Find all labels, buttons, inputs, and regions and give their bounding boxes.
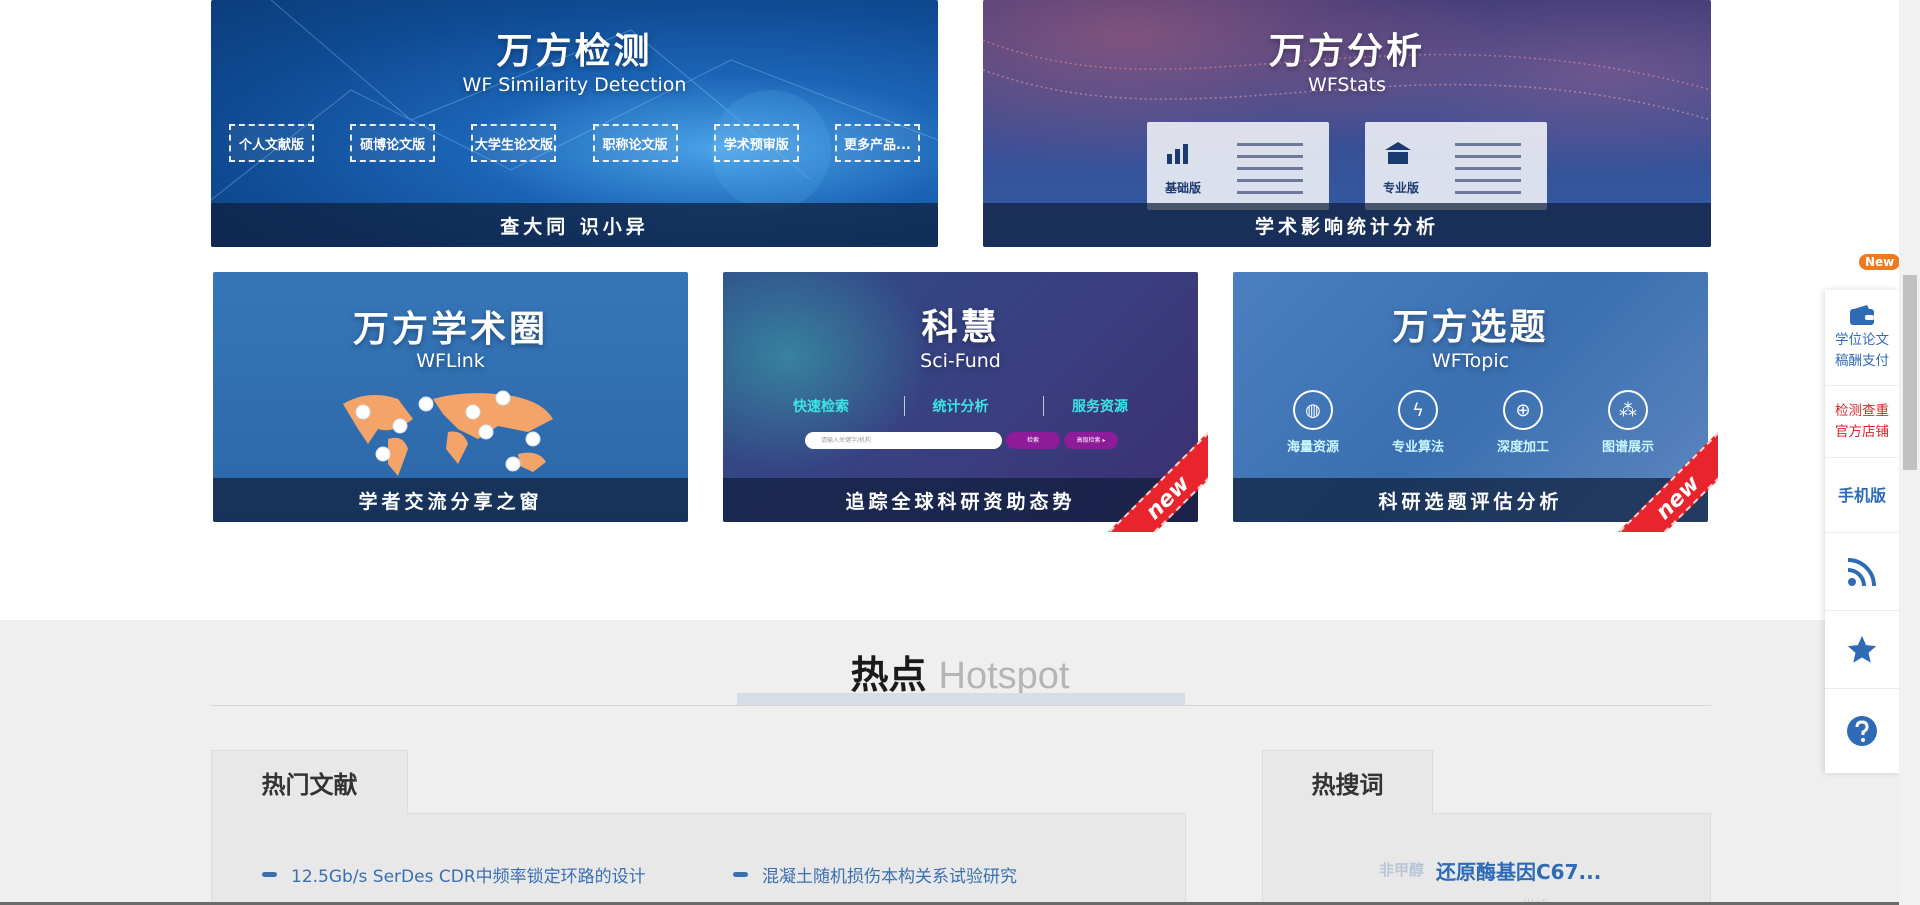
rss-icon bbox=[1847, 557, 1876, 586]
card-caption: 学术影响统计分析 bbox=[983, 203, 1711, 247]
topic-item-algorithm: ϟ 专业算法 bbox=[1378, 390, 1458, 455]
sidebar-item-mobile[interactable]: 手机版 bbox=[1825, 458, 1899, 533]
floating-sidebar: 学位论文稿酬支付 检测查重官方店铺 手机版 bbox=[1825, 290, 1899, 773]
sidebar-item-help[interactable] bbox=[1825, 689, 1899, 773]
world-map-image bbox=[343, 390, 553, 476]
card-title: 万方检测 bbox=[496, 31, 653, 72]
fund-search-input[interactable]: 请输入关键字/机构 bbox=[805, 432, 1002, 449]
divider bbox=[211, 705, 1711, 706]
topic-item-resources: ◍ 海量资源 bbox=[1273, 390, 1353, 455]
sidebar-item-official-shop[interactable]: 检测查重官方店铺 bbox=[1825, 386, 1899, 458]
new-ribbon-label: new bbox=[1108, 432, 1208, 532]
section-title: 热点 Hotspot bbox=[0, 644, 1920, 699]
card-title: 万方学术圈 bbox=[352, 309, 548, 350]
version-label: 专业版 bbox=[1383, 181, 1420, 195]
card-subtitle: WFStats bbox=[1308, 74, 1386, 96]
card-title: 科慧 bbox=[921, 307, 1000, 348]
hot-doc-link[interactable]: 混凝土随机损伤本构关系试验研究 bbox=[733, 862, 1017, 887]
card-wfstats[interactable]: 万方分析 WFStats 基础版 专业版 学术影响统计分析 bbox=[983, 0, 1711, 247]
hot-docs-panel bbox=[211, 813, 1186, 905]
fund-search-button[interactable]: 检索 bbox=[1006, 432, 1060, 449]
sidebar-item-label: 检测查重官方店铺 bbox=[1835, 402, 1889, 440]
card-subtitle: WF Similarity Detection bbox=[462, 74, 687, 96]
card-wf-similarity-detection[interactable]: 万方检测 WF Similarity Detection 个人文献版 硕博论文版… bbox=[211, 0, 938, 247]
stats-version-basic[interactable]: 基础版 bbox=[1147, 122, 1329, 210]
sidebar-item-label: 学位论文稿酬支付 bbox=[1835, 331, 1889, 369]
institution-icon bbox=[1385, 142, 1411, 164]
detect-button-undergrad[interactable]: 大学生论文版 bbox=[471, 124, 557, 162]
hot-doc-link[interactable]: 12.5Gb/s SerDes CDR中频率锁定环路的设计 bbox=[262, 862, 646, 887]
sidebar-item-label: 手机版 bbox=[1837, 485, 1886, 505]
hot-doc-title: 混凝土随机损伤本构关系试验研究 bbox=[762, 867, 1017, 887]
topic-item-label: 海量资源 bbox=[1286, 440, 1339, 455]
lightning-icon: ϟ bbox=[1398, 390, 1438, 430]
detect-button-more[interactable]: 更多产品... bbox=[834, 124, 920, 162]
card-title: 万方选题 bbox=[1392, 307, 1549, 348]
card-title: 万方分析 bbox=[1268, 31, 1425, 72]
title-underline bbox=[737, 693, 1185, 705]
tab-hot-docs[interactable]: 热门文献 bbox=[211, 750, 408, 814]
detect-button-title[interactable]: 职称论文版 bbox=[592, 124, 678, 162]
feature-list bbox=[1237, 134, 1319, 203]
planet-icon: ◍ bbox=[1293, 390, 1333, 430]
topic-item-label: 专业算法 bbox=[1391, 440, 1444, 455]
sidebar-item-thesis-pay[interactable]: 学位论文稿酬支付 bbox=[1825, 290, 1899, 386]
card-caption: 查大同 识小异 bbox=[211, 203, 938, 247]
bullet-icon bbox=[262, 872, 277, 877]
sidebar-item-rss[interactable] bbox=[1825, 533, 1899, 611]
new-ribbon-label: new bbox=[1618, 432, 1718, 532]
card-wflink[interactable]: 万方学术圈 WFLink 学者交流分享之窗 bbox=[213, 272, 688, 522]
new-ribbon: new bbox=[1108, 432, 1208, 532]
feature-list bbox=[1455, 134, 1537, 203]
fund-links: 快速检索 统计分析 服务资源 bbox=[793, 396, 1128, 416]
scrollbar-thumb[interactable] bbox=[1903, 275, 1917, 470]
card-subtitle: Sci-Fund bbox=[920, 350, 1001, 372]
hot-doc-title: 12.5Gb/s SerDes CDR中频率锁定环路的设计 bbox=[291, 867, 646, 887]
new-ribbon: new bbox=[1618, 432, 1718, 532]
star-icon bbox=[1847, 635, 1877, 663]
new-badge: New bbox=[1859, 254, 1901, 270]
card-subtitle: WFTopic bbox=[1431, 350, 1510, 372]
hotspot-section: 热点 Hotspot 热门文献 热搜词 12.5Gb/s SerDes CDR中频… bbox=[0, 620, 1920, 905]
help-icon bbox=[1847, 716, 1877, 746]
fund-link-statistics[interactable]: 统计分析 bbox=[903, 396, 989, 416]
detect-button-thesis[interactable]: 硕博论文版 bbox=[350, 124, 436, 162]
fund-link-resources[interactable]: 服务资源 bbox=[1043, 396, 1128, 416]
detect-button-preview[interactable]: 学术预审版 bbox=[713, 124, 799, 162]
topic-feature-list: ◍ 海量资源 ϟ 专业算法 ⊕ 深度加工 ⁂ 图谱展示 bbox=[1273, 390, 1668, 455]
section-title-cn: 热点 bbox=[850, 653, 927, 697]
bullet-icon bbox=[733, 872, 748, 877]
section-title-en: Hotspot bbox=[938, 655, 1070, 697]
sphere-icon: ⊕ bbox=[1503, 390, 1543, 430]
bar-chart-icon bbox=[1167, 144, 1188, 164]
sidebar-item-favorite[interactable] bbox=[1825, 611, 1899, 689]
card-subtitle: WFLink bbox=[416, 350, 485, 372]
fund-link-quick-search[interactable]: 快速检索 bbox=[793, 396, 849, 416]
hot-word-faded[interactable]: 非甲醇 bbox=[1379, 859, 1424, 880]
wallet-icon bbox=[1850, 304, 1874, 325]
network-icon: ⁂ bbox=[1608, 390, 1648, 430]
tab-hot-search[interactable]: 热搜词 bbox=[1262, 750, 1433, 814]
version-label: 基础版 bbox=[1165, 181, 1202, 195]
topic-item-label: 深度加工 bbox=[1496, 440, 1549, 455]
topic-item-processing: ⊕ 深度加工 bbox=[1483, 390, 1563, 455]
stats-version-pro[interactable]: 专业版 bbox=[1365, 122, 1547, 210]
card-caption: 学者交流分享之窗 bbox=[213, 478, 688, 522]
hot-word-link[interactable]: 还原酶基因C67... bbox=[1436, 856, 1601, 885]
detect-product-buttons: 个人文献版 硕博论文版 大学生论文版 职称论文版 学术预审版 更多产品... bbox=[229, 124, 920, 162]
detect-button-personal[interactable]: 个人文献版 bbox=[229, 124, 314, 162]
